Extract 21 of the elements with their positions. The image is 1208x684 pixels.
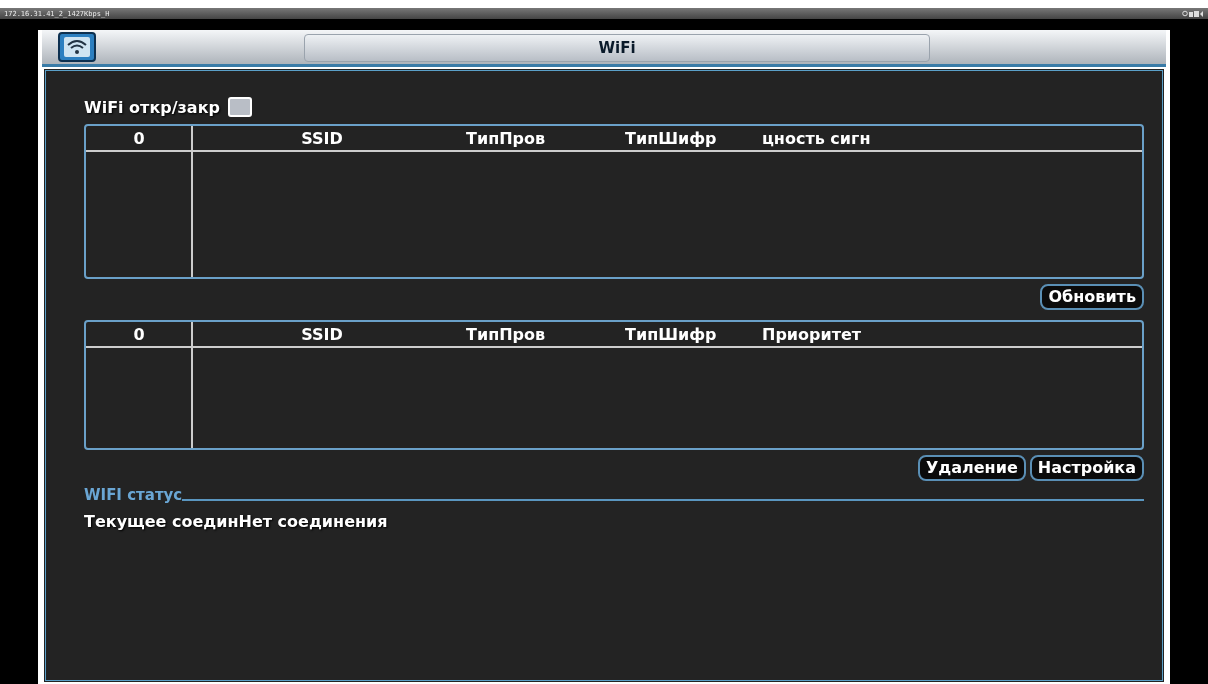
window-title: WiFi	[304, 34, 930, 62]
column-header: 0	[133, 324, 145, 344]
column-header: ТипПров	[465, 324, 546, 344]
wifi-icon	[58, 32, 96, 62]
column-header: ТипШифр	[624, 128, 717, 148]
action-button[interactable]: Настройка	[1029, 455, 1144, 481]
action-button[interactable]: Удаление	[918, 455, 1026, 481]
connection-value: Нет соединения	[238, 512, 388, 531]
column-header: цность сигн	[762, 128, 871, 148]
refresh-button[interactable]: Обновить	[1040, 284, 1144, 310]
column-header: Приоритет	[762, 324, 862, 344]
toolbar-icons-drawing[interactable]	[1182, 9, 1204, 18]
column-header: SSID	[301, 324, 343, 344]
wifi-toggle-label: WiFi откр/закр	[84, 97, 220, 117]
column-header: SSID	[301, 128, 343, 148]
section-heading: WIFI статус	[84, 486, 183, 504]
connection-label: Текущее соедин	[84, 512, 239, 531]
column-header: 0	[133, 128, 145, 148]
column-header: ТипПров	[465, 128, 546, 148]
column-header: ТипШифр	[624, 324, 717, 344]
wifi-checkbox[interactable]	[227, 97, 252, 117]
